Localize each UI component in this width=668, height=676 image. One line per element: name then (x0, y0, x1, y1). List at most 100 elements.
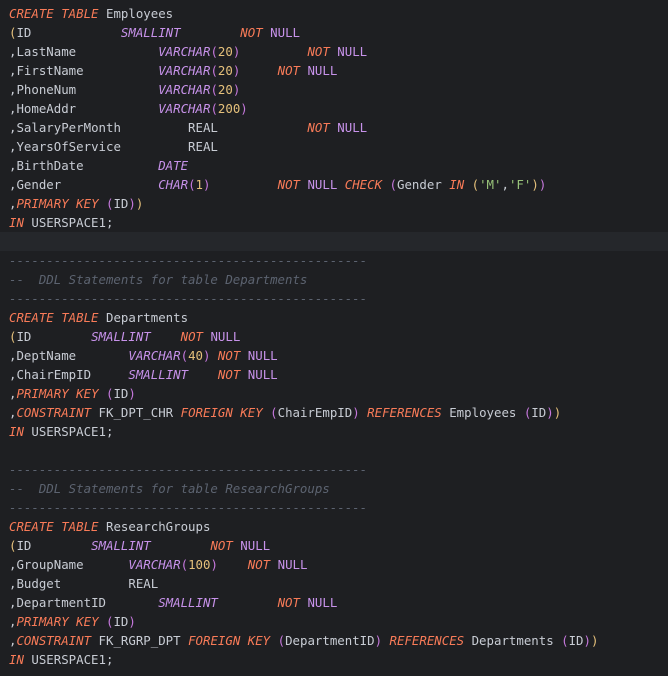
code-line[interactable]: -- DDL Statements for table ResearchGrou… (9, 479, 668, 498)
code-token: ) (553, 405, 562, 420)
code-line[interactable]: ,SalaryPerMonth REAL NOT NULL (9, 118, 668, 137)
code-token: ID (113, 196, 129, 211)
code-line[interactable]: ,PRIMARY KEY (ID)) (9, 194, 668, 213)
code-token: NOT (307, 44, 330, 59)
code-line[interactable]: IN USERSPACE1; (9, 213, 668, 232)
code-line[interactable]: (ID SMALLINT NOT NULL (9, 327, 668, 346)
code-token: DeptName (16, 348, 77, 363)
code-line[interactable]: ,GroupName VARCHAR(100) NOT NULL (9, 555, 668, 574)
code-token: NULL (240, 348, 278, 363)
code-token: ID (113, 614, 129, 629)
code-line[interactable]: ,Budget REAL (9, 574, 668, 593)
code-line[interactable]: ,ChairEmpID SMALLINT NOT NULL (9, 365, 668, 384)
code-line[interactable]: -- DDL Statements for table Departments (9, 270, 668, 289)
code-line[interactable]: ,FirstName VARCHAR(20) NOT NULL (9, 61, 668, 80)
code-token: ( (210, 63, 218, 78)
code-token: REFERENCES (367, 405, 442, 420)
code-token: YearsOfService (16, 139, 121, 154)
code-line[interactable]: ,CONSTRAINT FK_DPT_CHR FOREIGN KEY (Chai… (9, 403, 668, 422)
code-token: Employees (98, 6, 174, 21)
code-token: ) (538, 177, 547, 192)
code-line[interactable]: ,PRIMARY KEY (ID) (9, 612, 668, 631)
code-token: ChairEmpID (16, 367, 92, 382)
code-token: USERSPACE1; (23, 215, 114, 230)
code-token: ( (561, 633, 569, 648)
code-line[interactable] (9, 441, 668, 460)
code-line[interactable]: CREATE TABLE Departments (9, 308, 668, 327)
code-token: NOT (277, 63, 300, 78)
code-line[interactable]: (ID SMALLINT NOT NULL (9, 23, 668, 42)
code-line[interactable]: ,PhoneNum VARCHAR(20) (9, 80, 668, 99)
code-line[interactable]: ,YearsOfService REAL (9, 137, 668, 156)
code-token: NULL (299, 595, 338, 610)
code-token: SMALLINT (91, 329, 151, 344)
code-editor[interactable]: CREATE TABLE Employees (ID SMALLINT NOT N… (0, 0, 668, 676)
code-token: -- DDL Statements for table Departments (9, 272, 308, 287)
code-token: NOT (247, 557, 271, 572)
code-token: ID (531, 405, 547, 420)
code-token: NULL (329, 120, 368, 135)
code-token: ID (16, 329, 32, 344)
code-token: Gender (16, 177, 62, 192)
code-token: LastName (16, 44, 77, 59)
code-line[interactable]: ,HomeAddr VARCHAR(200) (9, 99, 668, 118)
code-token: VARCHAR (158, 82, 211, 97)
code-line[interactable]: ----------------------------------------… (9, 251, 668, 270)
code-token: FOREIGN KEY (180, 405, 263, 420)
code-token: ) (128, 196, 136, 211)
code-line[interactable]: ----------------------------------------… (9, 498, 668, 517)
code-line[interactable]: ----------------------------------------… (9, 460, 668, 479)
code-token: ( (210, 101, 218, 116)
code-line[interactable]: ,LastName VARCHAR(20) NOT NULL (9, 42, 668, 61)
code-token: ( (210, 44, 218, 59)
code-token: REAL (188, 139, 218, 154)
code-token: ( (270, 405, 278, 420)
code-line[interactable]: ,CONSTRAINT FK_RGRP_DPT FOREIGN KEY (Dep… (9, 631, 668, 650)
code-line[interactable]: CREATE TABLE Employees (9, 4, 668, 23)
code-token: NOT (240, 25, 263, 40)
code-token: BirthDate (16, 158, 84, 173)
code-token: IN (9, 215, 24, 230)
code-token: IN (449, 177, 465, 192)
code-token: NOT (277, 177, 300, 192)
code-line[interactable]: IN USERSPACE1; (9, 650, 668, 669)
code-token: CREATE TABLE (9, 310, 99, 325)
code-line[interactable]: ,DepartmentID SMALLINT NOT NULL (9, 593, 668, 612)
code-token: VARCHAR (158, 101, 211, 116)
code-token: ( (188, 177, 196, 192)
code-token: DepartmentID (16, 595, 106, 610)
code-line[interactable]: CREATE TABLE ResearchGroups (9, 517, 668, 536)
code-token: PhoneNum (16, 82, 77, 97)
code-line[interactable]: ,DeptName VARCHAR(40) NOT NULL (9, 346, 668, 365)
code-token: CONSTRAINT (16, 633, 92, 648)
code-token: ) (128, 386, 136, 401)
code-token: CREATE TABLE (9, 6, 99, 21)
code-line[interactable]: IN USERSPACE1; (9, 422, 668, 441)
code-line[interactable]: ,PRIMARY KEY (ID) (9, 384, 668, 403)
code-token: ) (352, 405, 360, 420)
code-line[interactable]: ,Gender CHAR(1) NOT NULL CHECK (Gender I… (9, 175, 668, 194)
code-token: ( (471, 177, 480, 192)
code-line[interactable]: ,BirthDate DATE (9, 156, 668, 175)
current-line[interactable] (0, 232, 668, 251)
code-line[interactable]: ----------------------------------------… (9, 289, 668, 308)
code-token: SMALLINT (128, 367, 189, 382)
code-token: 1 (195, 177, 203, 192)
code-line[interactable]: (ID SMALLINT NOT NULL (9, 536, 668, 555)
code-token: NULL (203, 329, 241, 344)
